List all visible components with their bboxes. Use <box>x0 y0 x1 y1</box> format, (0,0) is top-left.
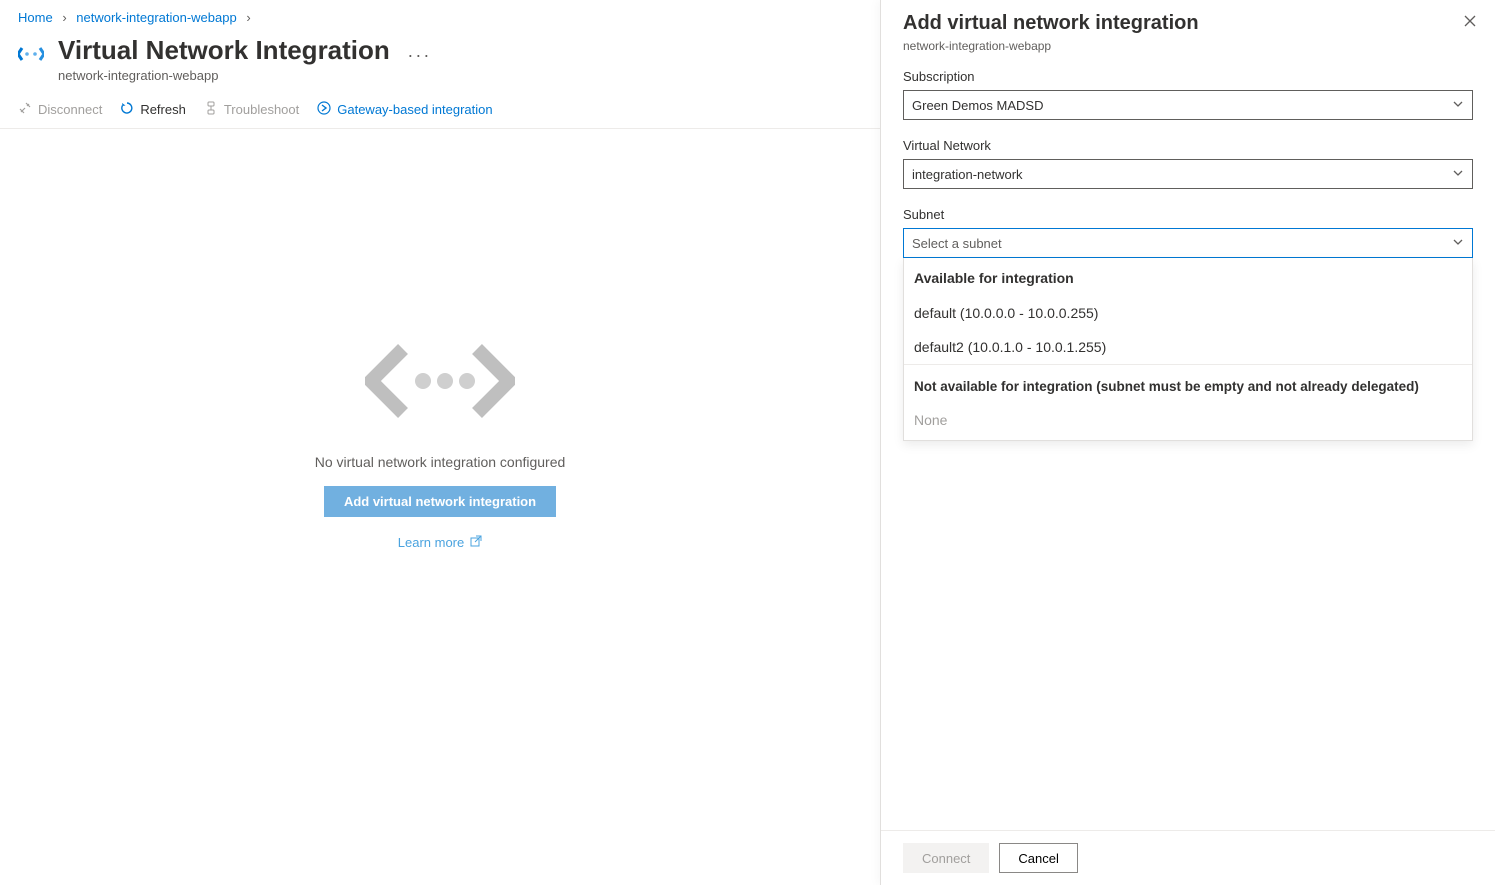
not-available-header: Not available for integration (subnet mu… <box>904 364 1472 404</box>
close-icon[interactable] <box>1463 14 1477 33</box>
chevron-down-icon <box>1452 98 1464 113</box>
subnet-option-default2[interactable]: default2 (10.0.1.0 - 10.0.1.255) <box>904 330 1472 364</box>
more-actions-icon[interactable]: ··· <box>407 45 431 65</box>
vnet-select[interactable]: integration-network <box>903 159 1473 189</box>
panel-title: Add virtual network integration <box>903 12 1473 35</box>
learn-more-label: Learn more <box>398 535 464 550</box>
available-header: Available for integration <box>904 258 1472 296</box>
subnet-option-default[interactable]: default (10.0.0.0 - 10.0.0.255) <box>904 296 1472 330</box>
empty-message: No virtual network integration configure… <box>315 454 566 470</box>
vnet-integration-icon <box>18 41 44 70</box>
arrow-right-circle-icon <box>317 101 331 118</box>
chevron-down-icon <box>1452 167 1464 182</box>
vnet-value: integration-network <box>912 167 1023 182</box>
disconnect-icon <box>18 101 32 118</box>
vnet-empty-icon <box>365 339 515 426</box>
page-header: Virtual Network Integration ··· network-… <box>18 35 862 83</box>
subnet-placeholder: Select a subnet <box>912 236 1002 251</box>
connect-button: Connect <box>903 843 989 873</box>
gateway-integration-button[interactable]: Gateway-based integration <box>317 101 492 118</box>
refresh-icon <box>120 101 134 118</box>
subnet-dropdown: Available for integration default (10.0.… <box>903 258 1473 441</box>
external-link-icon <box>470 535 482 550</box>
subscription-label: Subscription <box>903 69 1473 84</box>
not-available-none: None <box>904 404 1472 440</box>
add-vnet-integration-button[interactable]: Add virtual network integration <box>324 486 556 517</box>
add-vnet-integration-panel: Add virtual network integration network-… <box>880 0 1495 885</box>
subnet-label: Subnet <box>903 207 1473 222</box>
breadcrumb-webapp[interactable]: network-integration-webapp <box>76 10 236 25</box>
gateway-label: Gateway-based integration <box>337 102 492 117</box>
chevron-down-icon <box>1452 236 1464 251</box>
page-title: Virtual Network Integration <box>58 35 390 66</box>
panel-header: Add virtual network integration network-… <box>881 0 1495 69</box>
main-content: Home › network-integration-webapp › Virt… <box>0 0 880 885</box>
refresh-button[interactable]: Refresh <box>120 101 186 118</box>
panel-subtitle: network-integration-webapp <box>903 39 1473 53</box>
empty-state: No virtual network integration configure… <box>18 339 862 550</box>
panel-body: Subscription Green Demos MADSD Virtual N… <box>881 69 1495 830</box>
subnet-field: Subnet Select a subnet Available for int… <box>903 207 1473 441</box>
breadcrumb: Home › network-integration-webapp › <box>18 10 862 25</box>
vnet-label: Virtual Network <box>903 138 1473 153</box>
troubleshoot-icon <box>204 101 218 118</box>
chevron-right-icon: › <box>62 10 66 25</box>
troubleshoot-button: Troubleshoot <box>204 101 299 118</box>
subnet-select[interactable]: Select a subnet <box>903 228 1473 258</box>
disconnect-label: Disconnect <box>38 102 102 117</box>
troubleshoot-label: Troubleshoot <box>224 102 299 117</box>
disconnect-button: Disconnect <box>18 101 102 118</box>
subscription-value: Green Demos MADSD <box>912 98 1043 113</box>
subscription-select[interactable]: Green Demos MADSD <box>903 90 1473 120</box>
command-bar: Disconnect Refresh Troubleshoot Gateway-… <box>0 91 880 129</box>
page-subtitle: network-integration-webapp <box>58 68 862 83</box>
refresh-label: Refresh <box>140 102 186 117</box>
panel-footer: Connect Cancel <box>881 830 1495 885</box>
subscription-field: Subscription Green Demos MADSD <box>903 69 1473 120</box>
chevron-right-icon: › <box>246 10 250 25</box>
vnet-field: Virtual Network integration-network <box>903 138 1473 189</box>
cancel-button[interactable]: Cancel <box>999 843 1077 873</box>
breadcrumb-home[interactable]: Home <box>18 10 53 25</box>
learn-more-link[interactable]: Learn more <box>398 535 482 550</box>
